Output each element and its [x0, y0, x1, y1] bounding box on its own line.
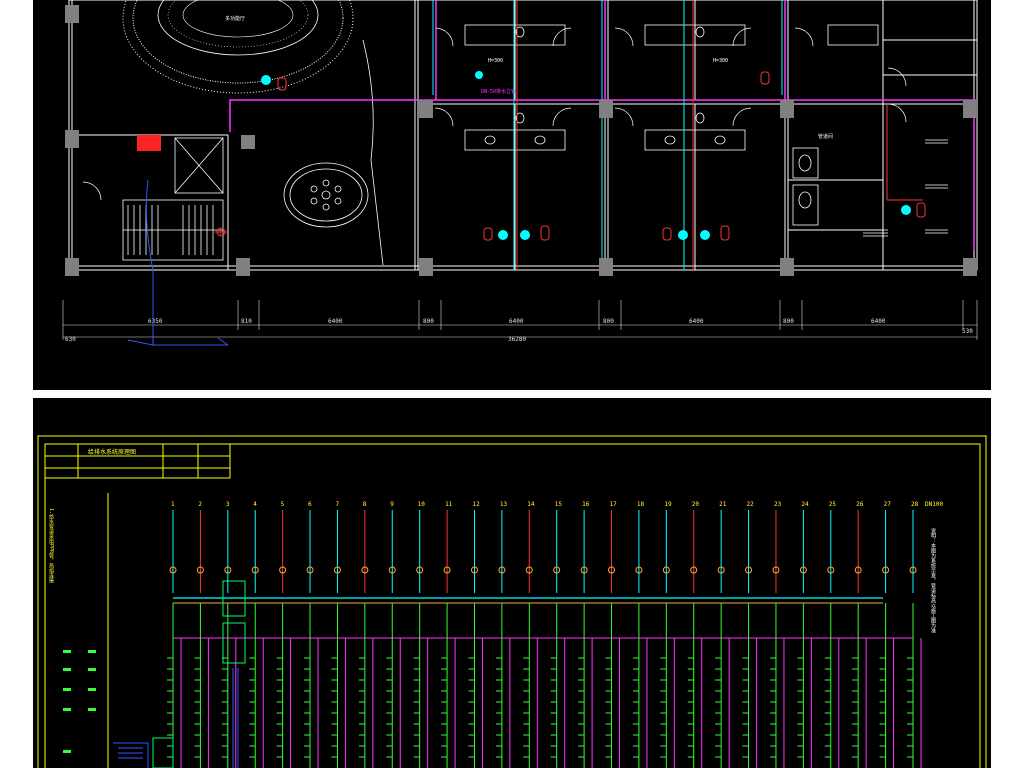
riser-label: 25 — [829, 501, 837, 508]
drain-pipe — [229, 0, 977, 250]
legend-symbols — [63, 650, 96, 753]
riser-label-last: DN100 — [925, 501, 943, 508]
riser-column: 8 — [358, 501, 374, 768]
riser-label: 15 — [555, 501, 563, 508]
riser-column: 23 — [769, 501, 785, 768]
dimension-texts: 6350 810 6400 800 6400 800 6400 800 6400… — [65, 318, 973, 343]
riser-column: 27 — [879, 501, 895, 768]
riser-label: 2 — [198, 501, 202, 508]
chandelier — [283, 162, 369, 228]
riser-label: 21 — [719, 501, 727, 508]
pipe-note: DN-50排水立管 — [481, 88, 516, 95]
riser-column: 5 — [276, 501, 292, 768]
riser-label: 22 — [747, 501, 755, 508]
stairwell — [122, 137, 224, 261]
riser-tag: ① — [218, 230, 223, 237]
riser-column: 20 — [687, 501, 703, 768]
riser-column: 1 — [167, 501, 182, 768]
riser-label: 20 — [692, 501, 700, 508]
riser-label: 5 — [281, 501, 285, 508]
riser-column: 12 — [468, 501, 483, 768]
left-note: 1.给水管道采用PPR管，热熔连接 — [48, 508, 54, 584]
schematic-title: 给排水系统原理图 — [88, 448, 136, 456]
right-note: 说明：本图为系统示意，管道标高以施工图为准 — [930, 527, 936, 634]
building-walls — [68, 0, 978, 271]
riser-column: 2 — [194, 501, 209, 768]
riser-column: 7 — [331, 501, 346, 768]
dimension-text: 810 — [241, 318, 252, 325]
dimension-text: 800 — [423, 318, 434, 325]
hall-ceiling-oval: 多功能厅 — [122, 0, 354, 94]
dimension-text: 530 — [962, 328, 973, 335]
total-dimension: 36280 — [508, 336, 526, 343]
riser-column: 3 — [221, 501, 237, 768]
riser-column: 22 — [742, 501, 758, 768]
stair-riser-pipe — [127, 179, 229, 346]
drawing-frame — [37, 435, 987, 768]
riser-label: 1 — [171, 501, 175, 508]
left-offset-dimension: 630 — [65, 336, 76, 343]
riser-label: 14 — [527, 501, 535, 508]
dimension-text: 6400 — [871, 318, 886, 325]
riser-column: 11 — [441, 501, 456, 768]
storage-label: 管道间 — [818, 133, 833, 140]
riser-label: 3 — [226, 501, 230, 508]
riser-column: 10 — [413, 501, 429, 768]
riser-label: 8 — [363, 501, 367, 508]
riser-column: 9 — [386, 501, 401, 768]
system-schematic: 给排水系统原理图 1.给水管道采用PPR管，热熔连接 说明：本图为系统示意，管道… — [37, 435, 987, 768]
riser-column: 17 — [605, 501, 621, 768]
dimension-text: 6400 — [689, 318, 704, 325]
riser-label: 18 — [637, 501, 645, 508]
red-fixture-markers — [216, 71, 926, 241]
riser-label: 27 — [884, 501, 892, 508]
riser-label: 13 — [500, 501, 508, 508]
riser-column: 28 — [907, 501, 922, 768]
floor-plan-panel: 多功能厅 DN-50排水立管 ① 6350 810 6400 800 6400 … — [33, 0, 991, 390]
riser-column: 4 — [249, 501, 264, 768]
fire-hydrant-box — [137, 135, 161, 151]
riser-label: 19 — [664, 501, 672, 508]
riser-label: 28 — [911, 501, 919, 508]
riser-column: 14 — [523, 501, 538, 768]
riser-column: 24 — [797, 501, 812, 768]
room-note-2: H=300 — [713, 58, 728, 64]
riser-column: 21 — [715, 501, 730, 768]
riser-label: 26 — [856, 501, 864, 508]
riser-label: 6 — [308, 501, 312, 508]
toilet-fixtures — [464, 24, 948, 237]
riser-columns: 1 2 3 4 5 6 7 8 9 10 11 12 13 14 15 16 17 18 19 20 21 22 23 24 2… — [167, 501, 943, 768]
dimension-text: 800 — [783, 318, 794, 325]
riser-label: 17 — [610, 501, 618, 508]
riser-label: 4 — [253, 501, 257, 508]
riser-column: 18 — [632, 501, 648, 768]
riser-column: 26 — [852, 501, 867, 768]
schematic-panel: 给排水系统原理图 1.给水管道采用PPR管，热熔连接 说明：本图为系统示意，管道… — [33, 398, 991, 768]
control-panels — [152, 580, 246, 768]
dimension-text: 6400 — [328, 318, 343, 325]
riser-label: 23 — [774, 501, 782, 508]
room-label: 多功能厅 — [225, 15, 245, 22]
floor-plan-drawing: 多功能厅 DN-50排水立管 ① 6350 810 6400 800 6400 … — [62, 0, 978, 346]
curved-partition — [362, 39, 384, 266]
riser-column: 25 — [824, 501, 840, 768]
riser-label: 11 — [445, 501, 453, 508]
riser-label: 24 — [801, 501, 809, 508]
riser-column: 6 — [304, 501, 319, 768]
riser-column: 19 — [660, 501, 675, 768]
riser-label: 7 — [335, 501, 339, 508]
dimension-text: 6350 — [148, 318, 163, 325]
dimension-text: 6400 — [509, 318, 524, 325]
water-fixture-markers — [261, 71, 911, 240]
riser-label: 10 — [418, 501, 426, 508]
dimension-text: 800 — [603, 318, 614, 325]
riser-label: 16 — [582, 501, 590, 508]
riser-column: 15 — [550, 501, 566, 768]
riser-label: 12 — [472, 501, 480, 508]
riser-column: 13 — [495, 501, 511, 768]
riser-label: 9 — [390, 501, 394, 508]
pump-lines — [113, 668, 239, 768]
room-note-1: H=300 — [488, 58, 503, 64]
riser-column: 16 — [578, 501, 593, 768]
